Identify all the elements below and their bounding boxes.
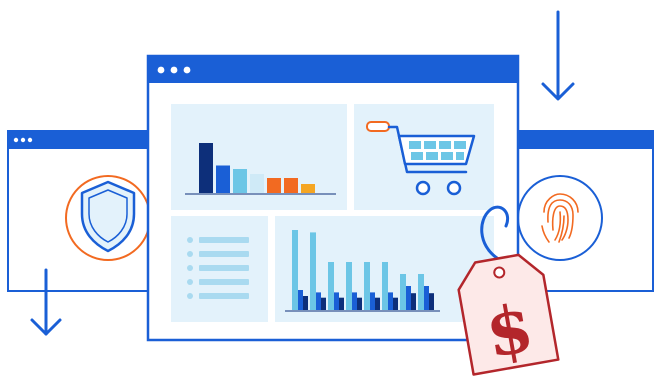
grouped-bar-tall: [382, 262, 388, 310]
right-window-titlebar: [505, 131, 653, 149]
mini-bar: [199, 143, 213, 193]
grouped-bar-navy: [393, 297, 398, 310]
grouped-bar-tall: [328, 262, 334, 310]
grouped-bar-tall: [310, 232, 316, 310]
mini-bar: [216, 165, 230, 193]
grouped-bar-navy: [411, 293, 416, 310]
grouped-bar-navy: [321, 297, 326, 310]
grouped-bar-short: [424, 286, 429, 310]
window-dot: [20, 137, 26, 143]
grouped-bar-short: [316, 292, 321, 310]
main-window-titlebar: [148, 56, 518, 83]
grouped-bar-short: [334, 292, 339, 310]
mini-bar: [250, 174, 264, 193]
grouped-bar-short: [352, 292, 357, 310]
mini-bar: [284, 178, 298, 193]
grouped-bar-navy: [375, 297, 380, 310]
grouped-bar-short: [298, 290, 303, 310]
grouped-bar-navy: [429, 293, 434, 310]
window-dot: [157, 66, 165, 74]
mini-bar: [267, 178, 281, 193]
window-dot: [183, 66, 191, 74]
grouped-bar-tall: [418, 274, 424, 310]
fingerprint-icon: [517, 175, 603, 261]
arrow-down-icon: [541, 10, 575, 101]
window-dot: [27, 137, 33, 143]
window-dot: [13, 137, 19, 143]
grouped-bar-tall: [364, 262, 370, 310]
mini-bar: [301, 184, 315, 193]
shield-icon: [65, 175, 151, 261]
grouped-bar-navy: [303, 296, 308, 310]
mini-bar: [233, 169, 247, 193]
grouped-bar-navy: [357, 297, 362, 310]
grouped-bar-short: [406, 286, 411, 310]
grouped-bar-tall: [346, 262, 352, 310]
grouped-bar-tall: [292, 230, 298, 310]
grouped-bar-short: [388, 292, 393, 310]
grouped-bar-navy: [339, 297, 344, 310]
grouped-bar-tall: [400, 274, 406, 310]
ecommerce-illustration: $: [7, 10, 654, 376]
grouped-bar-short: [370, 292, 375, 310]
window-dot: [170, 66, 178, 74]
